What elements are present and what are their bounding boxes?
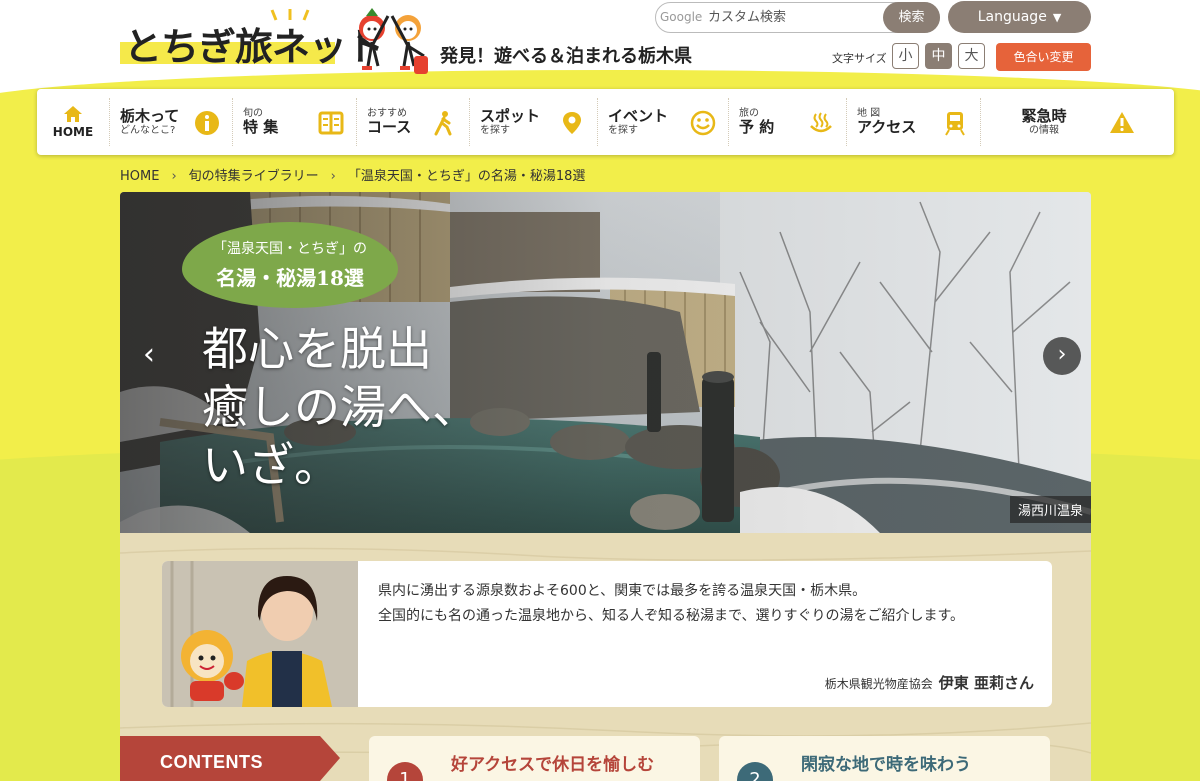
warning-icon: [1110, 112, 1134, 133]
nav-home[interactable]: HOME: [37, 98, 110, 146]
hero-badge-line1: 「温泉天国・とちぎ」の: [213, 241, 367, 257]
intro-text: 県内に湧出する源泉数およそ600と、関東では最多を誇る温泉天国・栃木県。 全国的…: [378, 579, 1038, 629]
nav-sublabel: どんなとこ?: [120, 124, 176, 136]
breadcrumb-current: 「温泉天国・とちぎ」の名湯・秘湯18選: [347, 169, 586, 184]
nav-sublabel: を探す: [608, 124, 638, 136]
nav-label: アクセス: [857, 118, 917, 137]
slider-next-arrow-icon[interactable]: ›: [1043, 337, 1081, 375]
hero-copy-line: いざ。: [202, 438, 340, 492]
book-icon: [318, 111, 344, 135]
chevron-down-icon: ▼: [1052, 11, 1062, 24]
nav-about-tochigi[interactable]: 栃木って どんなとこ?: [110, 98, 233, 146]
intro-org: 栃木県観光物産協会: [824, 677, 933, 691]
nav-home-label: HOME: [52, 125, 94, 139]
contents-number: 1: [387, 762, 423, 781]
contents-card-2[interactable]: 2 閑寂な地で時を味わう: [719, 736, 1050, 781]
breadcrumb-separator-icon: ›: [171, 169, 177, 184]
pin-icon: [563, 112, 581, 134]
breadcrumb-home[interactable]: HOME: [120, 169, 159, 184]
hero-location-caption: 湯西川温泉: [1009, 496, 1091, 523]
search-button[interactable]: 検索: [883, 2, 940, 33]
smile-icon: [690, 110, 716, 136]
color-change-button[interactable]: 色合い変更: [996, 43, 1091, 71]
nav-courses[interactable]: おすすめ コース: [357, 98, 470, 146]
site-logo[interactable]: とちぎ旅ネット: [120, 9, 384, 74]
nav-access[interactable]: 地 図 アクセス: [847, 98, 981, 146]
font-size-large-button[interactable]: 大: [958, 43, 985, 69]
hero-badge-line2: 名湯・秘湯18選: [216, 266, 364, 290]
nav-spots[interactable]: スポット を探す: [470, 98, 598, 146]
nav-label: 緊急時: [1021, 106, 1067, 125]
intro-signature: 栃木県観光物産協会 伊東 亜莉さん: [825, 672, 1034, 693]
hero-copy: 都心を脱出 癒しの湯へ、 いざ。: [202, 320, 478, 494]
info-icon: [195, 111, 219, 135]
train-icon: [945, 112, 965, 136]
font-size-small-button[interactable]: 小: [892, 43, 919, 69]
intro-card: 県内に湧出する源泉数およそ600と、関東では最多を誇る温泉天国・栃木県。 全国的…: [162, 561, 1052, 707]
intro-name: 伊東 亜莉さん: [938, 674, 1034, 692]
contents-title: 好アクセスで休日を愉しむ: [451, 755, 655, 775]
home-icon: [64, 106, 82, 122]
staff-photo: [162, 561, 358, 707]
contents-title: 閑寂な地で時を味わう: [801, 755, 971, 775]
slider-prev-arrow-icon[interactable]: ‹: [130, 337, 168, 375]
nav-label: 特 集: [243, 118, 279, 137]
hero-feature-badge: 「温泉天国・とちぎ」の 名湯・秘湯18選: [182, 222, 398, 308]
contents-heading: CONTENTS: [120, 736, 340, 781]
font-size-label: 文字サイズ: [832, 52, 887, 65]
intro-paragraph: 県内に湧出する源泉数およそ600と、関東では最多を誇る温泉天国・栃木県。: [378, 583, 867, 599]
nav-label: 栃木って: [120, 106, 180, 125]
font-size-medium-button[interactable]: 中: [925, 43, 952, 69]
contents-number: 2: [737, 762, 773, 781]
site-tagline: 発見！遊べる＆泊まれる栃木県: [440, 46, 692, 67]
contents-card-1[interactable]: 1 好アクセスで休日を愉しむ: [369, 736, 700, 781]
nav-label: スポット: [480, 106, 541, 125]
global-nav: HOME 栃木って どんなとこ? 旬の 特 集 おすすめ コース スポット を探…: [37, 89, 1174, 155]
nav-events[interactable]: イベント を探す: [598, 98, 729, 146]
intro-paragraph: 全国的にも名の通った温泉地から、知る人ぞ知る秘湯まで、選りすぐりの湯をご紹介しま…: [378, 608, 965, 624]
search-input[interactable]: [708, 5, 878, 30]
nav-sublabel: の情報: [1028, 124, 1059, 136]
nav-features[interactable]: 旬の 特 集: [233, 98, 357, 146]
search-box: Google 検索: [655, 2, 940, 33]
nav-label: 予 約: [739, 118, 775, 137]
walking-icon: [434, 111, 452, 136]
hero-copy-line: 都心を脱出: [202, 322, 432, 376]
breadcrumb-library[interactable]: 旬の特集ライブラリー: [189, 169, 319, 184]
contents-label: CONTENTS: [160, 752, 263, 772]
language-label: Language: [977, 9, 1047, 25]
nav-label: イベント: [608, 106, 669, 125]
breadcrumb-separator-icon: ›: [330, 169, 336, 184]
onsen-icon: [810, 112, 832, 133]
nav-emergency[interactable]: 緊急時 の情報: [981, 98, 1147, 146]
nav-reservation[interactable]: 旅の 予 約: [729, 98, 847, 146]
nav-sublabel: を探す: [480, 124, 510, 136]
language-button[interactable]: Language ▼: [948, 1, 1091, 33]
site-header: とちぎ旅ネット 発見！遊べる＆泊まれる栃木県 Google 検索 Languag…: [0, 0, 1200, 90]
breadcrumb: HOME › 旬の特集ライブラリー › 「温泉天国・とちぎ」の名湯・秘湯18選: [120, 165, 585, 184]
logo-text: とちぎ旅ネット: [124, 25, 384, 69]
hero-slider: 「温泉天国・とちぎ」の 名湯・秘湯18選 都心を脱出 癒しの湯へ、 いざ。 ‹ …: [120, 192, 1091, 533]
mascot-icon: [357, 8, 428, 74]
google-brand-label: Google: [660, 10, 703, 24]
nav-label: コース: [367, 118, 412, 137]
hero-copy-line: 癒しの湯へ、: [202, 380, 478, 434]
